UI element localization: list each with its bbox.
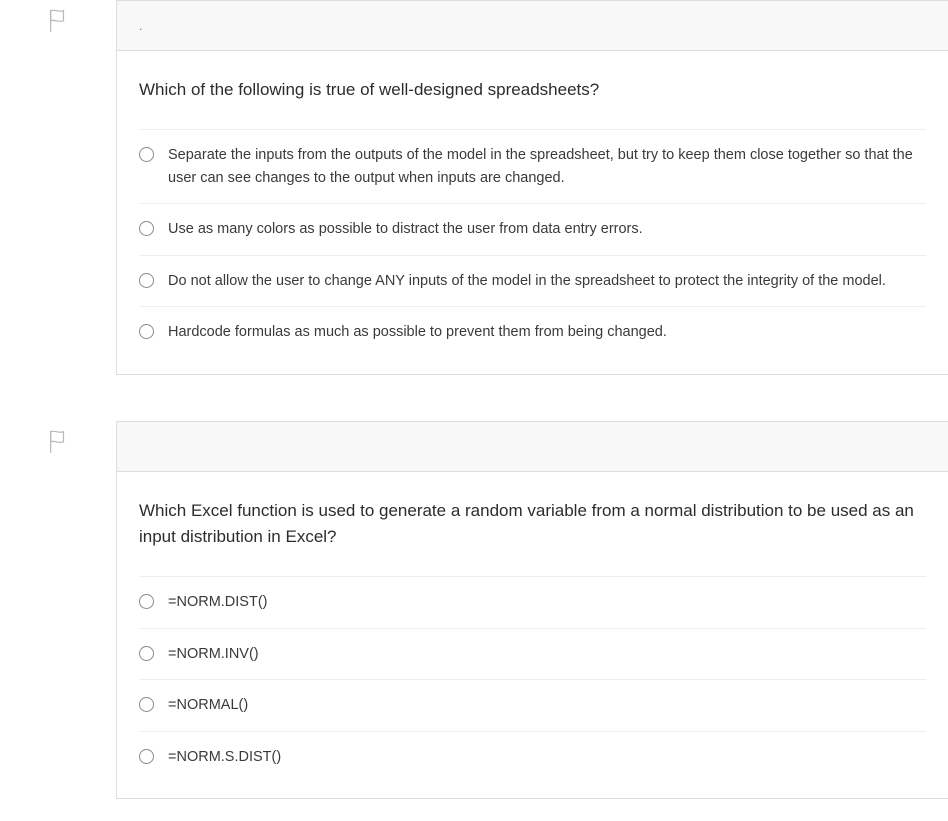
option-row[interactable]: =NORM.INV() <box>139 629 926 680</box>
question-prompt: Which Excel function is used to generate… <box>139 498 926 551</box>
option-text: =NORM.INV() <box>168 643 259 665</box>
card-header <box>117 422 948 472</box>
radio-icon[interactable] <box>139 749 154 764</box>
radio-icon[interactable] <box>139 324 154 339</box>
card-body: Which Excel function is used to generate… <box>117 472 948 799</box>
radio-icon[interactable] <box>139 646 154 661</box>
question-prompt: Which of the following is true of well-d… <box>139 77 926 103</box>
option-row[interactable]: Use as many colors as possible to distra… <box>139 204 926 255</box>
radio-icon[interactable] <box>139 221 154 236</box>
header-text: . <box>139 19 142 33</box>
question-card: Which Excel function is used to generate… <box>116 421 948 800</box>
option-text: Hardcode formulas as much as possible to… <box>168 321 667 343</box>
question-row: Which Excel function is used to generate… <box>0 421 948 800</box>
flag-icon[interactable] <box>47 429 69 455</box>
card-body: Which of the following is true of well-d… <box>117 51 948 374</box>
option-text: Use as many colors as possible to distra… <box>168 218 643 240</box>
radio-icon[interactable] <box>139 594 154 609</box>
radio-icon[interactable] <box>139 273 154 288</box>
option-row[interactable]: Hardcode formulas as much as possible to… <box>139 307 926 365</box>
radio-icon[interactable] <box>139 147 154 162</box>
flag-column <box>0 0 116 34</box>
options-list: Separate the inputs from the outputs of … <box>139 129 926 365</box>
option-row[interactable]: Separate the inputs from the outputs of … <box>139 130 926 204</box>
question-row: . Which of the following is true of well… <box>0 0 948 375</box>
options-list: =NORM.DIST() =NORM.INV() =NORMAL() =NORM… <box>139 576 926 790</box>
flag-icon[interactable] <box>47 8 69 34</box>
flag-column <box>0 421 116 455</box>
option-text: =NORMAL() <box>168 694 248 716</box>
option-text: =NORM.DIST() <box>168 591 267 613</box>
option-row[interactable]: =NORM.S.DIST() <box>139 732 926 790</box>
option-row[interactable]: =NORMAL() <box>139 680 926 731</box>
option-row[interactable]: Do not allow the user to change ANY inpu… <box>139 256 926 307</box>
radio-icon[interactable] <box>139 697 154 712</box>
question-card: . Which of the following is true of well… <box>116 0 948 375</box>
option-row[interactable]: =NORM.DIST() <box>139 577 926 628</box>
option-text: =NORM.S.DIST() <box>168 746 281 768</box>
option-text: Do not allow the user to change ANY inpu… <box>168 270 886 292</box>
card-header: . <box>117 1 948 51</box>
option-text: Separate the inputs from the outputs of … <box>168 144 920 189</box>
